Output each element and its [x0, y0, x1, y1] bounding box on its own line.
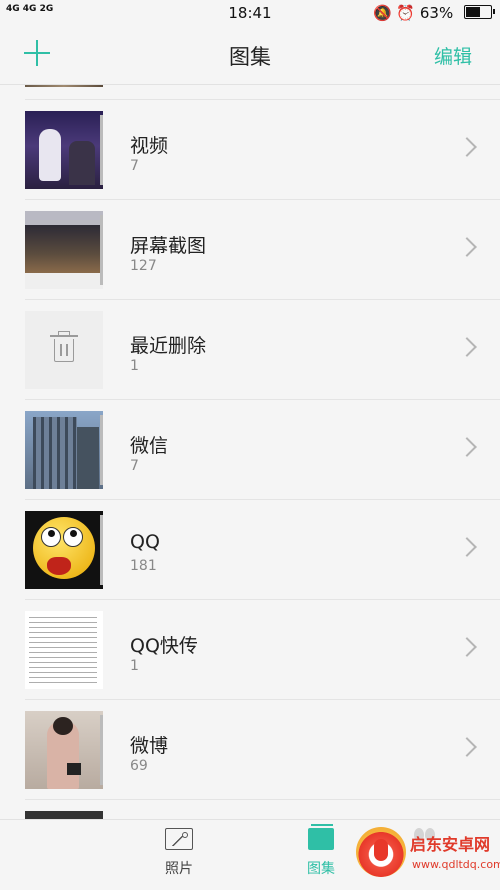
album-name: QQ快传 — [130, 635, 198, 657]
album-row-wechat[interactable]: 微信 7 — [0, 399, 500, 500]
battery-icon — [464, 5, 495, 19]
row-divider — [25, 399, 500, 400]
site-watermark: 启东安卓网 www.qdltdq.com — [350, 825, 500, 889]
row-divider — [25, 99, 500, 100]
tab-photos-label: 照片 — [165, 861, 193, 877]
row-divider — [25, 799, 500, 800]
row-divider — [25, 299, 500, 300]
album-name: 最近删除 — [130, 335, 207, 357]
row-divider — [25, 499, 500, 500]
album-name: 屏幕截图 — [130, 235, 207, 257]
chevron-right-icon — [457, 737, 477, 757]
chevron-right-icon — [457, 537, 477, 557]
alarm-icon: ⏰ — [396, 4, 416, 22]
battery-percent: 63% — [419, 4, 454, 22]
album-name: 视频 — [130, 135, 169, 157]
album-thumbnail — [25, 111, 103, 189]
album-row-qq-transfer[interactable]: QQ快传 1 — [0, 599, 500, 700]
watermark-name: 启东安卓网 — [410, 835, 491, 854]
album-count: 7 — [130, 158, 139, 174]
watermark-url: www.qdltdq.com — [412, 858, 500, 871]
album-list[interactable]: 视频 7 屏幕截图 127 最近删除 1 微信 7 QQ 181 QQ快传 1 — [0, 84, 500, 819]
album-row-weibo[interactable]: 微博 69 — [0, 699, 500, 800]
album-count: 7 — [130, 458, 139, 474]
status-right: 🔕 ⏰ 63% — [372, 4, 495, 22]
album-thumbnail — [25, 511, 103, 589]
album-row-screenshots[interactable]: 屏幕截图 127 — [0, 199, 500, 300]
album-name: QQ — [130, 531, 160, 553]
app-header: 图集 编辑 — [0, 26, 500, 85]
watermark-logo — [356, 827, 406, 877]
album-thumbnail — [25, 611, 103, 689]
mute-icon: 🔕 — [372, 4, 392, 22]
page-title: 图集 — [229, 45, 271, 69]
album-count: 181 — [130, 558, 157, 574]
trash-icon — [25, 311, 103, 389]
chevron-right-icon — [457, 637, 477, 657]
chevron-right-icon — [457, 237, 477, 257]
album-thumbnail — [25, 411, 103, 489]
battery-fill — [466, 7, 480, 17]
status-bar: 4G 4G 2G 18:41 🔕 ⏰ 63% — [0, 0, 500, 26]
album-thumbnail — [25, 711, 103, 789]
edit-button[interactable]: 编辑 — [434, 42, 472, 69]
album-count: 69 — [130, 758, 148, 774]
album-row-qq[interactable]: QQ 181 — [0, 499, 500, 600]
album-row-recently-deleted[interactable]: 最近删除 1 — [0, 299, 500, 400]
tab-photos[interactable]: 照片 — [134, 828, 224, 878]
row-divider — [25, 199, 500, 200]
album-count: 1 — [130, 658, 139, 674]
album-thumbnail — [25, 811, 103, 819]
row-divider — [25, 599, 500, 600]
chevron-right-icon — [457, 137, 477, 157]
album-name: 微博 — [130, 735, 169, 757]
album-row-partial[interactable] — [0, 799, 500, 819]
album-count: 1 — [130, 358, 139, 374]
album-count: 127 — [130, 258, 157, 274]
chevron-right-icon — [457, 437, 477, 457]
albums-icon — [308, 824, 334, 850]
album-row-video[interactable]: 视频 7 — [0, 99, 500, 200]
album-thumbnail — [25, 211, 103, 289]
album-name: 微信 — [130, 435, 169, 457]
row-divider — [25, 699, 500, 700]
chevron-right-icon — [457, 337, 477, 357]
photo-icon — [165, 828, 193, 850]
